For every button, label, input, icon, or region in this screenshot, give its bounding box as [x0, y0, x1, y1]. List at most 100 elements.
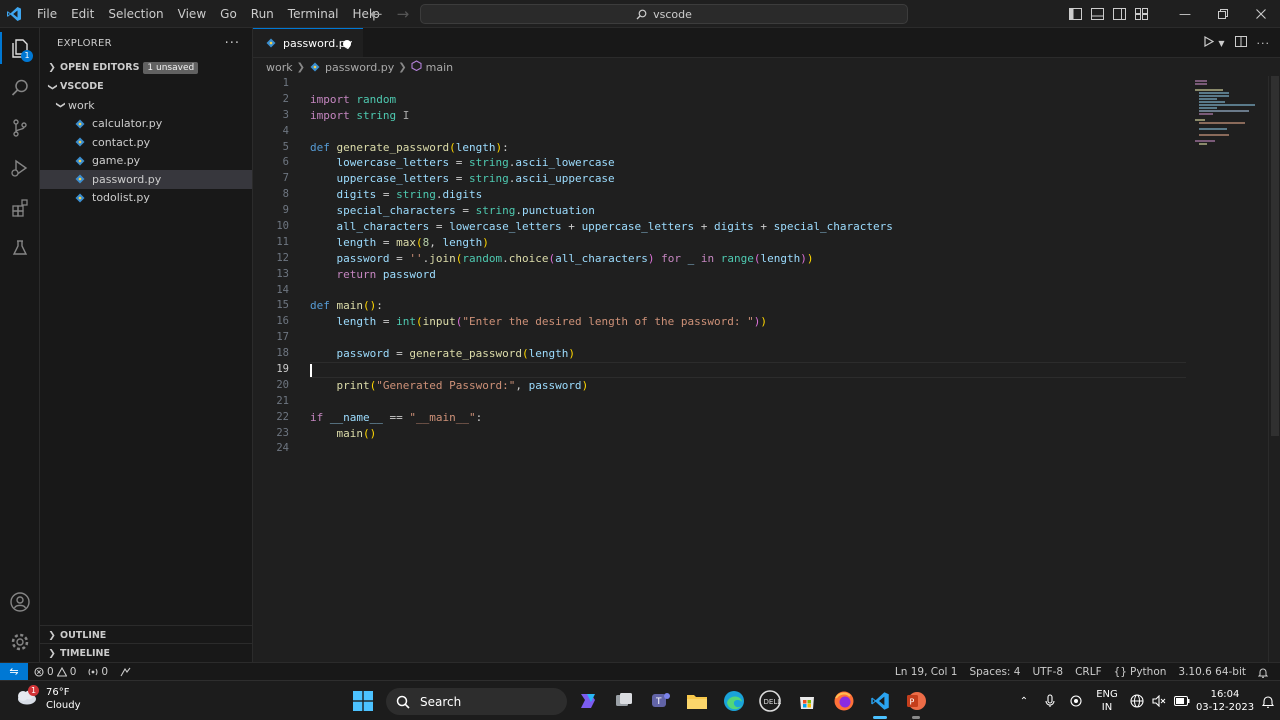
- cursor-position[interactable]: Ln 19, Col 1: [889, 663, 964, 681]
- file-explorer-icon[interactable]: [684, 688, 710, 714]
- line-number: 23: [276, 426, 289, 439]
- microphone-icon[interactable]: [1036, 694, 1064, 708]
- outline-section[interactable]: ❯ OUTLINE: [40, 625, 252, 645]
- minimap[interactable]: [1195, 76, 1265, 662]
- toggle-secondary-sidebar-icon[interactable]: [1108, 0, 1130, 28]
- testing-flask-icon[interactable]: [0, 228, 40, 268]
- file-item[interactable]: todolist.py: [40, 189, 252, 208]
- more-actions-icon[interactable]: ···: [1257, 37, 1271, 50]
- weather-widget[interactable]: 1 76°F Cloudy: [14, 685, 81, 712]
- forward-arrow-icon[interactable]: →: [397, 5, 410, 23]
- start-windows-icon[interactable]: [350, 688, 376, 714]
- file-item[interactable]: game.py: [40, 152, 252, 171]
- webcam-icon[interactable]: [1064, 695, 1088, 707]
- tab-password-py[interactable]: password.py: [253, 28, 363, 57]
- language-mode[interactable]: {} Python: [1108, 663, 1173, 681]
- vscode-taskbar-icon[interactable]: [867, 688, 893, 719]
- line-number: 21: [276, 394, 289, 407]
- manage-gear-icon[interactable]: [0, 622, 40, 662]
- menu-selection[interactable]: Selection: [101, 0, 170, 28]
- breadcrumb-symbol[interactable]: main: [426, 61, 453, 74]
- menu-view[interactable]: View: [171, 0, 213, 28]
- python-interpreter[interactable]: 3.10.6 64-bit: [1172, 663, 1252, 681]
- open-editors-label: OPEN EDITORS: [60, 62, 140, 73]
- broadcast-icon: [88, 668, 98, 675]
- indentation[interactable]: Spaces: 4: [963, 663, 1026, 681]
- customize-layout-icon[interactable]: [1130, 0, 1152, 28]
- toggle-primary-sidebar-icon[interactable]: [1064, 0, 1086, 28]
- folder-work[interactable]: ❯ work: [40, 96, 252, 115]
- input-language[interactable]: ENG IN: [1088, 688, 1126, 714]
- clock[interactable]: 16:04 03-12-2023: [1194, 688, 1256, 714]
- teams-chat-icon[interactable]: T: [648, 688, 674, 714]
- toggle-panel-icon[interactable]: [1086, 0, 1108, 28]
- line-number: 8: [282, 188, 289, 201]
- command-center[interactable]: vscode: [420, 4, 908, 24]
- ports-indicator[interactable]: 0: [82, 663, 114, 681]
- volume-muted-icon[interactable]: [1148, 695, 1170, 707]
- encoding[interactable]: UTF-8: [1026, 663, 1069, 681]
- code-editor[interactable]: 1 2 3 4 5 6 7 8 9 10 11 12 13 14 15 16 1…: [253, 76, 1280, 662]
- end-of-line[interactable]: CRLF: [1069, 663, 1108, 681]
- windows-taskbar: 1 76°F Cloudy Search T DELL P ⌃ ENG IN 1…: [0, 680, 1280, 720]
- maximize-button[interactable]: [1204, 0, 1242, 28]
- file-item-selected[interactable]: password.py: [40, 170, 252, 189]
- vertical-scrollbar[interactable]: [1268, 76, 1280, 662]
- file-item[interactable]: contact.py: [40, 133, 252, 152]
- network-globe-icon[interactable]: [1126, 694, 1148, 708]
- line-number: 12: [276, 251, 289, 264]
- microsoft-store-icon[interactable]: [794, 688, 820, 714]
- file-label: contact.py: [92, 135, 151, 149]
- explorer-icon[interactable]: 1: [0, 28, 40, 68]
- menu-file[interactable]: File: [30, 0, 64, 28]
- extensions-icon[interactable]: [0, 188, 40, 228]
- weather-condition: Cloudy: [46, 700, 81, 711]
- live-share-icon[interactable]: [114, 663, 137, 681]
- run-debug-icon[interactable]: [0, 148, 40, 188]
- menu-terminal[interactable]: Terminal: [281, 0, 346, 28]
- copilot-icon[interactable]: [575, 688, 601, 714]
- edge-browser-icon[interactable]: [721, 688, 747, 714]
- command-center-label: vscode: [653, 7, 692, 21]
- back-arrow-icon[interactable]: ←: [370, 5, 383, 23]
- run-dropdown-chevron-icon[interactable]: ▼: [1218, 39, 1224, 48]
- run-python-file-icon[interactable]: [1203, 35, 1215, 50]
- breadcrumb-folder[interactable]: work: [266, 61, 293, 74]
- dell-app-icon[interactable]: DELL: [757, 688, 783, 714]
- source-control-icon[interactable]: [0, 108, 40, 148]
- task-view-icon[interactable]: [611, 688, 637, 714]
- chevron-up-icon[interactable]: ⌃: [1012, 696, 1036, 707]
- scrollbar-thumb[interactable]: [1271, 76, 1279, 436]
- timeline-section[interactable]: ❯ TIMELINE: [40, 643, 252, 663]
- breadcrumb-file[interactable]: password.py: [325, 61, 394, 74]
- search-label: Search: [420, 694, 462, 709]
- remote-indicator-icon[interactable]: ⇋: [0, 662, 28, 681]
- file-item[interactable]: calculator.py: [40, 115, 252, 134]
- python-file-icon: [265, 37, 277, 49]
- line-number: 6: [282, 156, 289, 169]
- vscode-logo-icon: [0, 0, 28, 28]
- firefox-icon[interactable]: [831, 688, 857, 714]
- menu-edit[interactable]: Edit: [64, 0, 101, 28]
- more-actions-icon[interactable]: ···: [225, 36, 240, 51]
- open-editors-section[interactable]: ❯ OPEN EDITORS 1 unsaved: [40, 58, 252, 77]
- minimize-button[interactable]: —: [1166, 0, 1204, 28]
- unsaved-dot-icon[interactable]: [343, 40, 351, 48]
- menu-run[interactable]: Run: [244, 0, 281, 28]
- powerpoint-icon[interactable]: P: [903, 688, 929, 719]
- accounts-icon[interactable]: [0, 582, 40, 622]
- code-line: digits = string.digits: [336, 188, 483, 202]
- problems-indicator[interactable]: 0 0: [28, 663, 82, 681]
- notification-bell-icon[interactable]: [1256, 695, 1280, 708]
- split-editor-icon[interactable]: [1234, 36, 1247, 50]
- search-icon[interactable]: [0, 68, 40, 108]
- notifications-bell-icon[interactable]: [1252, 663, 1274, 681]
- menu-go[interactable]: Go: [213, 0, 244, 28]
- taskbar-search[interactable]: Search: [386, 688, 567, 715]
- code-lines[interactable]: import random import string I def genera…: [310, 76, 1250, 457]
- battery-icon[interactable]: [1170, 696, 1194, 706]
- workspace-section[interactable]: ❯ VSCODE: [40, 77, 252, 96]
- close-button[interactable]: [1242, 0, 1280, 28]
